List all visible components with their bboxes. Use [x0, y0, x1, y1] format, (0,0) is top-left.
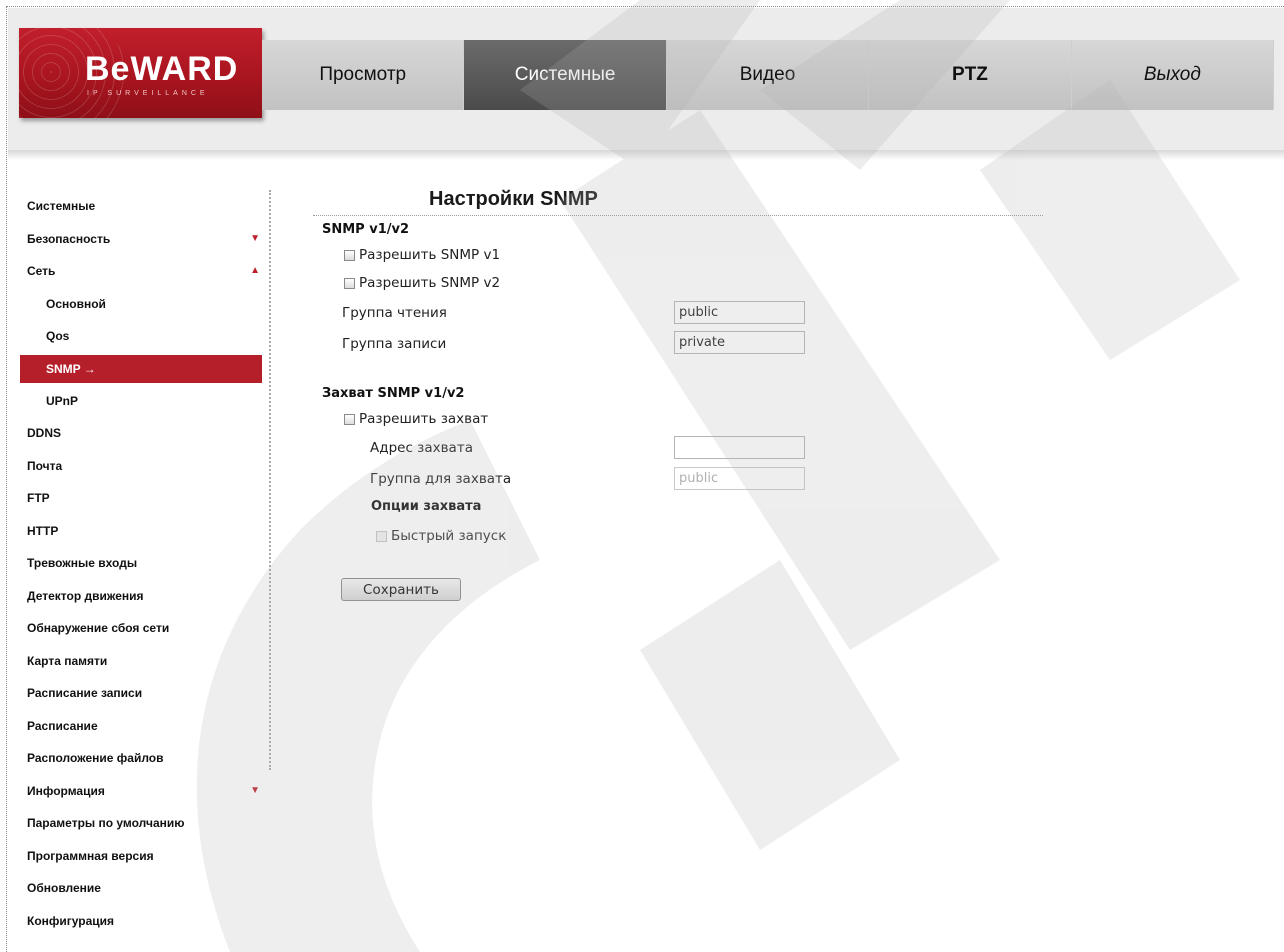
- sidebar-item-label: Информация: [27, 783, 105, 798]
- page-title: Настройки SNMP: [429, 188, 598, 210]
- fast-start-checkbox[interactable]: [376, 530, 387, 542]
- fast-start-row[interactable]: Быстрый запуск: [376, 528, 506, 544]
- sidebar-item-information[interactable]: Информация ▼: [20, 775, 262, 808]
- enable-snmp-v1-label: Разрешить SNMP v1: [359, 247, 501, 263]
- sidebar-item-schedule[interactable]: Расписание: [20, 710, 262, 743]
- sidebar-item-label: Сеть: [27, 264, 56, 278]
- trap-address-label: Адрес захвата: [370, 440, 473, 456]
- sidebar-item-label: Безопасность: [27, 231, 111, 246]
- nav-logout[interactable]: Выход: [1072, 40, 1275, 110]
- nav-system[interactable]: Системные: [464, 40, 667, 110]
- sidebar-item-file-location[interactable]: Расположение файлов: [20, 742, 262, 775]
- sidebar-item-record-schedule[interactable]: Расписание записи: [20, 677, 262, 710]
- enable-trap-row[interactable]: Разрешить захват: [344, 411, 488, 427]
- trap-group-label: Группа для захвата: [370, 471, 512, 487]
- beward-logo: BeWARD IP SURVEILLANCE: [19, 28, 262, 118]
- enable-snmp-v2-row[interactable]: Разрешить SNMP v2: [344, 275, 500, 291]
- sidebar-item-network-failure[interactable]: Обнаружение сбоя сети: [20, 612, 262, 645]
- snmp-section-heading: SNMP v1/v2: [322, 222, 410, 237]
- title-divider: [313, 215, 1043, 216]
- top-nav: Просмотр Системные Видео PTZ Выход: [262, 40, 1275, 110]
- sidebar-item-alarm-inputs[interactable]: Тревожные входы: [20, 547, 262, 580]
- sidebar-item-firmware-version[interactable]: Программная версия: [20, 840, 262, 873]
- fast-start-label: Быстрый запуск: [391, 528, 507, 544]
- sidebar-item-network[interactable]: Сеть ▲: [20, 255, 262, 288]
- sidebar-item-ftp[interactable]: FTP: [20, 482, 262, 515]
- sidebar-item-configuration[interactable]: Конфигурация: [20, 905, 262, 938]
- sidebar-item-upnp[interactable]: UPnP: [20, 385, 262, 418]
- expand-down-icon: ▼: [250, 784, 260, 796]
- trap-options-heading: Опции захвата: [371, 499, 482, 514]
- logo-subtitle: IP SURVEILLANCE: [87, 90, 209, 97]
- nav-video[interactable]: Видео: [667, 40, 870, 110]
- sidebar-item-ddns[interactable]: DDNS: [20, 417, 262, 450]
- write-group-label: Группа записи: [342, 336, 447, 352]
- trap-group-input[interactable]: [674, 467, 805, 490]
- collapse-up-icon: ▲: [250, 265, 260, 276]
- write-group-input[interactable]: [674, 331, 805, 354]
- sidebar-divider: [269, 190, 271, 770]
- enable-snmp-v2-checkbox[interactable]: [344, 277, 355, 289]
- sidebar-item-mail[interactable]: Почта: [20, 450, 262, 483]
- sidebar-item-snmp[interactable]: SNMP →: [20, 354, 262, 383]
- sidebar-item-basic[interactable]: Основной: [20, 288, 262, 321]
- sidebar-item-motion-detector[interactable]: Детектор движения: [20, 580, 262, 613]
- enable-snmp-v1-row[interactable]: Разрешить SNMP v1: [344, 247, 500, 263]
- sidebar-item-qos[interactable]: Qos: [20, 320, 262, 353]
- trap-section-heading: Захват SNMP v1/v2: [322, 386, 465, 401]
- sidebar-item-security[interactable]: Безопасность ▼: [20, 223, 262, 256]
- trap-address-input[interactable]: [674, 436, 805, 459]
- sidebar-item-defaults[interactable]: Параметры по умолчанию: [20, 807, 262, 840]
- read-group-label: Группа чтения: [342, 305, 447, 321]
- logo-text: BeWARD: [85, 50, 239, 88]
- enable-trap-label: Разрешить захват: [359, 411, 489, 427]
- save-button[interactable]: Сохранить: [341, 578, 461, 601]
- header-shadow: [8, 150, 1284, 160]
- sidebar: Системные Безопасность ▼ Сеть ▲ Основной…: [20, 190, 262, 937]
- read-group-input[interactable]: [674, 301, 805, 324]
- sidebar-item-upgrade[interactable]: Обновление: [20, 872, 262, 905]
- enable-snmp-v2-label: Разрешить SNMP v2: [359, 275, 501, 291]
- nav-view[interactable]: Просмотр: [262, 40, 465, 110]
- sidebar-item-system[interactable]: Системные: [20, 190, 262, 223]
- nav-ptz[interactable]: PTZ: [869, 40, 1072, 110]
- sidebar-item-http[interactable]: HTTP: [20, 515, 262, 548]
- sidebar-item-memory-card[interactable]: Карта памяти: [20, 645, 262, 678]
- enable-trap-checkbox[interactable]: [344, 413, 355, 425]
- expand-down-icon: ▼: [250, 232, 260, 244]
- enable-snmp-v1-checkbox[interactable]: [344, 249, 355, 261]
